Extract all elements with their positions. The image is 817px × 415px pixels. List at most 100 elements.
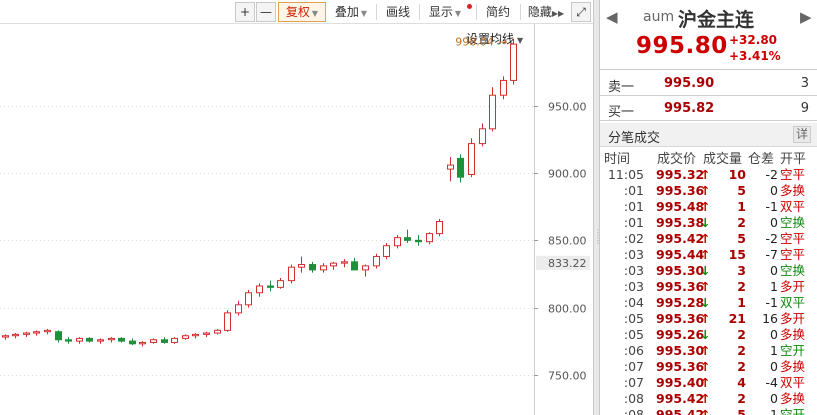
tick-row: :05 995.36 ↑ 21 16 多开 [600,311,817,327]
detail-button[interactable]: 详 [793,126,811,143]
arrow-down-icon: ↓ [700,263,711,278]
tick-time: :06 [623,343,644,358]
candle [510,38,517,85]
candle-body [2,335,9,338]
arrow-down-icon: ↓ [700,327,711,342]
tick-volume: 2 [737,327,746,342]
candle [108,337,115,343]
bid-price: 995.82 [664,101,715,116]
tick-row: :02 995.42 ↑ 5 -2 空平 [600,231,817,247]
zoom-out-button[interactable]: — [256,2,276,22]
candle-body [383,245,390,257]
tick-oi-change: 0 [770,263,778,278]
candle [288,264,295,284]
arrow-right-icon: → [498,35,507,48]
zoom-in-button[interactable]: + [235,2,255,22]
tick-time: :07 [623,375,644,390]
tick-oi-change: -1 [765,199,778,214]
candle [479,123,486,147]
arrow-up-icon: ↑ [700,343,711,358]
y-tick-label: 800.00 [548,303,587,316]
bid-volume: 9 [800,101,809,116]
candle-body [394,237,401,247]
prev-symbol-icon[interactable]: ◀ [606,8,618,26]
display-label: 显示 [428,5,453,19]
arrow-down-icon: ↓ [700,215,711,230]
simple-mode-button[interactable]: 简约 [482,2,514,22]
tick-open-close: 空开 [780,343,806,358]
tick-price: 995.42 [656,231,705,246]
candle-body [320,265,327,271]
tick-time: :07 [623,359,644,374]
tick-row: :01 995.36 ↑ 5 0 多换 [600,183,817,199]
candle [500,76,507,100]
tick-open-close: 双平 [780,375,806,390]
tick-oi-change: 0 [770,183,778,198]
tick-row: 11:05 995.32 ↑ 10 -2 空平 [600,167,817,183]
tick-volume: 10 [728,167,746,182]
tick-volume: 21 [728,311,746,326]
y-tick-label: 850.00 [548,235,587,248]
kline-chart-area[interactable]: + — 复权 ▼ 叠加 ▼ 画线 显示 ▼ 简约 隐藏▶▶ ⤢ 设置均线 ▼ 950.0… [0,0,593,415]
candle [447,157,454,182]
candle [182,334,189,340]
candle-body [341,261,348,264]
candle-body [479,128,486,145]
candle [383,243,390,260]
tick-volume: 2 [737,343,746,358]
draw-line-button[interactable]: 画线 [382,2,414,22]
hide-panel-button[interactable]: 隐藏▶▶ [525,2,567,22]
candlestick-chart[interactable]: 950.00 900.00 850.00 800.00 750.00 833.22 998… [0,24,593,415]
col-volume: 成交量 [703,152,743,167]
chevron-down-icon: ▼ [311,9,319,18]
display-button[interactable]: 显示 ▼ [424,2,466,22]
price-change-percent: +3.41% [729,49,781,63]
candle-body [214,329,221,334]
fullscreen-icon[interactable]: ⤢ [571,2,591,22]
splitter-grip-icon[interactable]: ⋮ ⋮ [594,229,602,245]
candle [161,337,168,344]
symbol-code: aum [643,9,675,25]
candle [351,257,358,271]
candle-body [44,329,51,333]
candle [12,333,19,339]
tick-volume: 5 [737,407,746,415]
fuquan-button[interactable]: 复权 ▼ [278,2,326,22]
candle-body [256,285,263,294]
candle [373,253,380,269]
panel-splitter[interactable] [593,0,600,415]
ticks-list[interactable]: 11:05 995.32 ↑ 10 -2 空平:01 995.36 ↑ 5 0 多换:01 995.4… [600,167,817,415]
candle [86,337,93,343]
toolbar-divider [520,4,521,20]
tick-open-close: 多换 [780,183,806,198]
overlay-button[interactable]: 叠加 ▼ [330,2,372,22]
candle [298,256,305,273]
toolbar-divider [376,4,377,20]
price-change: +32.80 [729,33,778,47]
next-symbol-icon[interactable]: ▶ [800,8,812,26]
candle-body [373,255,380,267]
tick-row: :03 995.36 ↑ 2 1 多开 [600,279,817,295]
candle [404,229,411,244]
candle-body [139,341,146,345]
candle-body [245,292,252,306]
chevron-down-icon: ▼ [360,9,368,18]
tick-time: :02 [623,231,644,246]
candle [203,331,210,338]
tick-volume: 4 [737,375,746,390]
arrow-up-icon: ↑ [700,359,711,374]
candle-body [288,266,295,282]
current-price-label: 833.22 [548,257,587,270]
candle [224,310,231,332]
candle-body [277,280,284,288]
candle-body [86,337,93,342]
arrow-up-icon: ↑ [700,167,711,182]
y-tick-label: 750.00 [548,370,587,383]
candle [192,333,199,339]
tick-time: 11:05 [607,167,644,182]
candle [468,138,475,178]
tick-open-close: 多开 [780,279,806,294]
arrow-up-icon: ↑ [700,199,711,214]
tick-row: :05 995.26 ↓ 2 0 多换 [600,327,817,343]
candle-body [489,94,496,130]
